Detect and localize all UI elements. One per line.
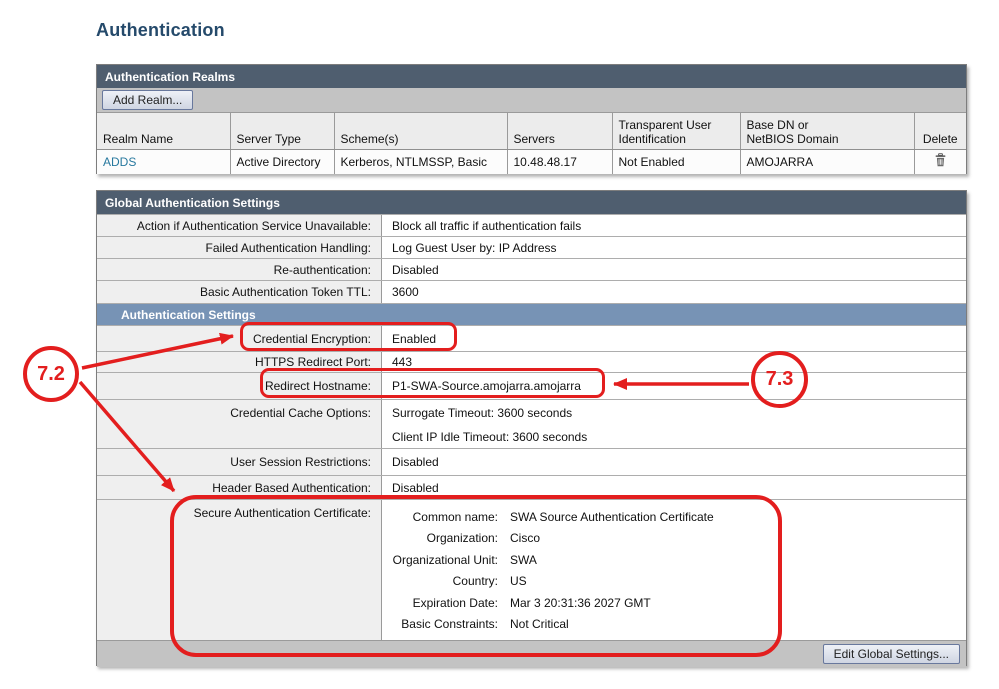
global-auth-settings-panel: Global Authentication Settings Action if… [96,190,967,666]
auth-settings-subheader: Authentication Settings [97,303,966,325]
row-re-authentication: Re-authentication: Disabled [97,258,966,280]
realm-server-type: Active Directory [230,149,334,174]
cert-field-label: Organization: [392,531,510,545]
add-realm-button[interactable]: Add Realm... [102,90,193,110]
row-label: HTTPS Redirect Port: [97,352,382,372]
realm-base-dn: AMOJARRA [740,149,914,174]
cert-field-label: Expiration Date: [392,596,510,610]
cert-field-value: Cisco [510,531,540,545]
global-panel-header: Global Authentication Settings [97,191,966,214]
row-secure-auth-certificate: Secure Authentication Certificate: Commo… [97,499,966,640]
row-label: Header Based Authentication: [97,476,382,499]
row-value: 3600 [382,281,966,303]
edit-global-settings-button[interactable]: Edit Global Settings... [823,644,960,664]
row-value: Disabled [382,476,966,499]
step-badge-7-2: 7.2 [23,346,79,402]
row-label: Credential Encryption: [97,326,382,351]
cert-field-value: SWA Source Authentication Certificate [510,510,714,524]
row-value: Log Guest User by: IP Address [382,237,966,258]
authentication-page: Authentication Authentication Realms Add… [0,0,999,689]
col-transparent-user-identification: Transparent User Identification [612,113,740,149]
row-value: Block all traffic if authentication fail… [382,215,966,236]
realms-toolbar: Add Realm... [97,88,966,113]
row-value: P1-SWA-Source.amojarra.amojarra [382,373,966,399]
authentication-realms-panel: Authentication Realms Add Realm... Realm… [96,64,967,174]
row-credential-cache-options: Credential Cache Options: Surrogate Time… [97,399,966,448]
trash-icon[interactable] [934,153,947,170]
cert-field-label: Common name: [392,510,510,524]
realm-name-link[interactable]: ADDS [103,155,136,169]
row-service-unavailable: Action if Authentication Service Unavail… [97,214,966,236]
surrogate-timeout: Surrogate Timeout: 3600 seconds [392,406,572,420]
row-label: Secure Authentication Certificate: [97,500,382,640]
cert-basic-constraints: Basic Constraints: Not Critical [392,614,569,636]
cert-field-value: SWA [510,553,537,567]
realm-servers: 10.48.48.17 [507,149,612,174]
row-basic-auth-token-ttl: Basic Authentication Token TTL: 3600 [97,280,966,303]
realms-header-row: Realm Name Server Type Scheme(s) Servers… [97,113,966,149]
col-base-dn: Base DN or NetBIOS Domain [740,113,914,149]
cert-field-label: Organizational Unit: [392,553,510,567]
col-realm-name: Realm Name [97,113,230,149]
row-label: Basic Authentication Token TTL: [97,281,382,303]
row-label: Action if Authentication Service Unavail… [97,215,382,236]
col-servers: Servers [507,113,612,149]
row-label: User Session Restrictions: [97,449,382,475]
cert-country: Country: US [392,571,527,593]
col-delete: Delete [914,113,966,149]
realm-table-row: ADDS Active Directory Kerberos, NTLMSSP,… [97,149,966,174]
credential-cache-values: Surrogate Timeout: 3600 seconds Client I… [382,400,966,448]
row-user-session-restrictions: User Session Restrictions: Disabled [97,448,966,475]
page-title: Authentication [96,20,225,41]
client-ip-idle-timeout: Client IP Idle Timeout: 3600 seconds [392,430,587,444]
cert-expiration-date: Expiration Date: Mar 3 20:31:36 2027 GMT [392,592,651,614]
cert-field-label: Country: [392,574,510,588]
cert-field-label: Basic Constraints: [392,617,510,631]
cert-field-value: US [510,574,527,588]
cert-field-value: Mar 3 20:31:36 2027 GMT [510,596,651,610]
row-label: Credential Cache Options: [97,400,382,448]
cert-organizational-unit: Organizational Unit: SWA [392,549,537,571]
realms-table: Realm Name Server Type Scheme(s) Servers… [97,113,966,174]
col-server-type: Server Type [230,113,334,149]
cert-common-name: Common name: SWA Source Authentication C… [392,506,714,528]
row-value: Disabled [382,259,966,280]
row-header-based-authentication: Header Based Authentication: Disabled [97,475,966,499]
row-value: 443 [382,352,966,372]
col-schemes: Scheme(s) [334,113,507,149]
realm-transparent-user-identification: Not Enabled [612,149,740,174]
row-value: Enabled [382,326,966,351]
row-label: Failed Authentication Handling: [97,237,382,258]
certificate-details: Common name: SWA Source Authentication C… [382,500,966,640]
realms-panel-header: Authentication Realms [97,65,966,88]
row-redirect-hostname: Redirect Hostname: P1-SWA-Source.amojarr… [97,372,966,399]
row-https-redirect-port: HTTPS Redirect Port: 443 [97,351,966,372]
cert-field-value: Not Critical [510,617,569,631]
realm-schemes: Kerberos, NTLMSSP, Basic [334,149,507,174]
cert-organization: Organization: Cisco [392,528,540,550]
row-credential-encryption: Credential Encryption: Enabled [97,325,966,351]
row-value: Disabled [382,449,966,475]
global-panel-footer: Edit Global Settings... [97,640,966,667]
row-label: Re-authentication: [97,259,382,280]
row-failed-auth-handling: Failed Authentication Handling: Log Gues… [97,236,966,258]
row-label: Redirect Hostname: [97,373,382,399]
